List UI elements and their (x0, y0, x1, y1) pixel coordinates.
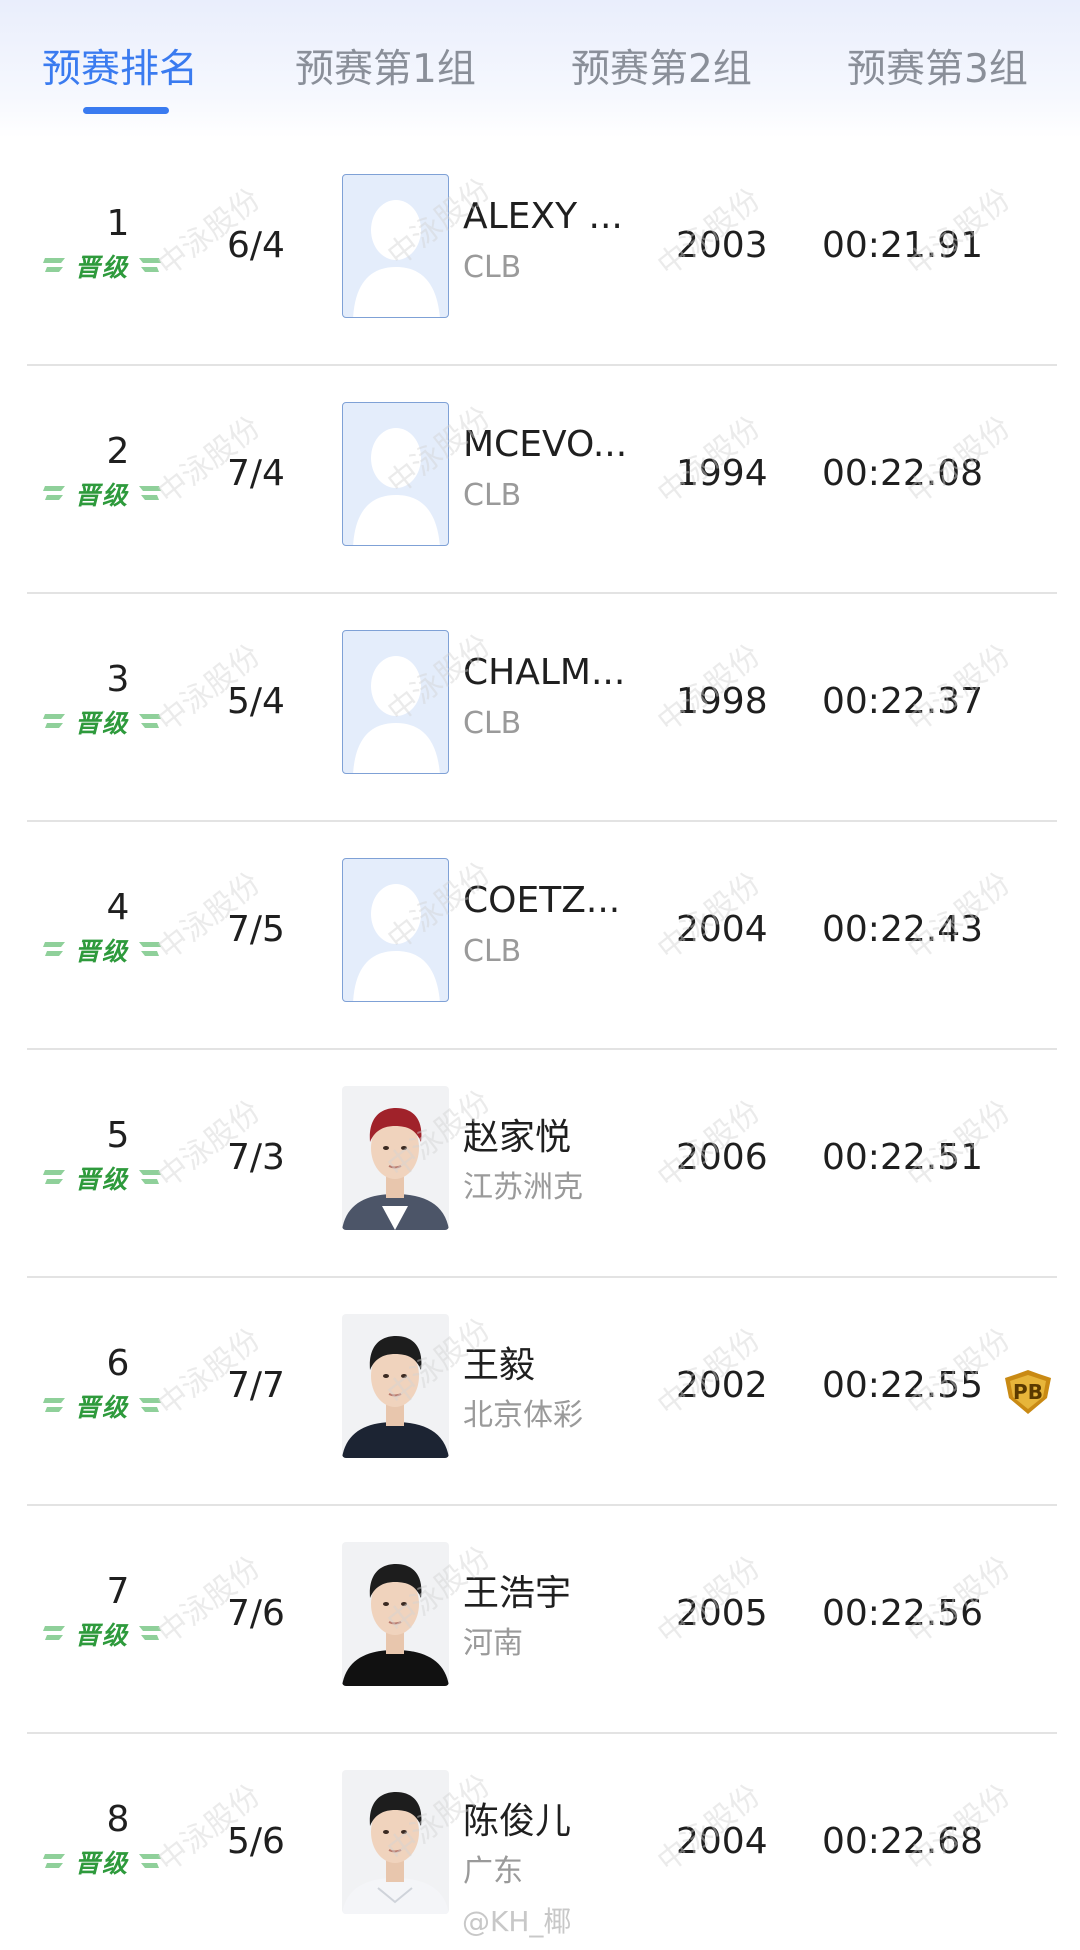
birth-year: 2003 (676, 225, 768, 266)
athlete-team: CLB (463, 250, 522, 285)
active-tab-indicator (83, 107, 169, 114)
athlete-name[interactable]: COETZ... (463, 880, 638, 921)
athlete-team: 河南 (463, 1626, 523, 1661)
avatar-silhouette-icon (353, 428, 440, 545)
athlete-avatar[interactable] (342, 402, 449, 546)
qualified-badge: 晋级 (43, 1618, 161, 1650)
rank-number: 5 (106, 1115, 130, 1156)
qualified-badge-label: 晋级 (74, 1393, 129, 1422)
result-row[interactable]: 1 晋级 6/4 ALEXY ... CLB 2003 00:21.91 中泳股份 中泳股份 中泳… (27, 138, 1057, 366)
birth-year: 2004 (676, 909, 768, 950)
tab-prelim-ranking[interactable]: 预赛排名 (42, 38, 198, 94)
heat-lane: 7/3 (227, 1137, 285, 1178)
athlete-avatar[interactable] (342, 630, 449, 774)
tab-bar: 预赛排名 预赛第1组 预赛第2组 预赛第3组 (0, 0, 1080, 138)
results-page: 预赛排名 预赛第1组 预赛第2组 预赛第3组 1 晋级 6/4 ALEXY ... CL… (0, 0, 1080, 1950)
athlete-avatar[interactable] (342, 1086, 449, 1230)
tab-heat-3[interactable]: 预赛第3组 (847, 38, 1028, 94)
avatar-silhouette-icon (353, 884, 440, 1001)
athlete-team: CLB (463, 934, 522, 969)
athlete-avatar[interactable] (342, 1542, 449, 1686)
avatar-silhouette-icon (353, 200, 440, 317)
tab-heat-2[interactable]: 预赛第2组 (571, 38, 752, 94)
result-time: 00:22.56 (822, 1593, 983, 1634)
athlete-name[interactable]: 王毅 (463, 1336, 638, 1388)
heat-lane: 6/4 (227, 225, 285, 266)
result-row[interactable]: 2 晋级 7/4 MCEVO... CLB 1994 00:22.08 中泳股份 中泳股份 中泳股… (27, 366, 1057, 594)
athlete-name[interactable]: ALEXY ... (463, 196, 638, 237)
result-time: 00:22.08 (822, 453, 983, 494)
heat-lane: 7/6 (227, 1593, 285, 1634)
result-row[interactable]: 5 晋级 7/3 赵家悦 江苏洲克 2006 00:22.51 中泳股份 中泳股份 中泳股份 中泳股… (27, 1050, 1057, 1278)
heat-lane: 7/5 (227, 909, 285, 950)
result-row[interactable]: 7 晋级 7/6 王浩宇 河南 2005 00:22.56 中泳股份 中泳股份 中泳股份 中泳股份 (27, 1506, 1057, 1734)
heat-lane: 5/6 (227, 1821, 285, 1862)
birth-year: 2002 (676, 1365, 768, 1406)
athlete-team: CLB (463, 706, 522, 741)
heat-lane: 5/4 (227, 681, 285, 722)
personal-best-icon: PB (1001, 1370, 1055, 1416)
athlete-avatar[interactable] (342, 1314, 449, 1458)
athlete-avatar[interactable] (342, 1770, 449, 1914)
rank-number: 2 (106, 431, 130, 472)
athlete-avatar[interactable] (342, 858, 449, 1002)
qualified-badge: 晋级 (43, 934, 161, 966)
athlete-team: CLB (463, 478, 522, 513)
qualified-badge-label: 晋级 (74, 937, 129, 966)
qualified-badge: 晋级 (43, 250, 161, 282)
athlete-name[interactable]: 王浩宇 (463, 1564, 638, 1616)
heat-lane: 7/7 (227, 1365, 285, 1406)
birth-year: 2004 (676, 1821, 768, 1862)
results-list: 1 晋级 6/4 ALEXY ... CLB 2003 00:21.91 中泳股份 中泳股份 中泳… (0, 138, 1080, 1950)
personal-best-label: PB (1013, 1380, 1043, 1404)
result-time: 00:22.55 (822, 1365, 983, 1406)
qualified-badge-label: 晋级 (74, 1621, 129, 1650)
athlete-team: 广东 (463, 1854, 523, 1889)
result-time: 00:22.43 (822, 909, 983, 950)
athlete-name[interactable]: MCEVO... (463, 424, 638, 465)
athlete-team: 江苏洲克 (463, 1170, 583, 1205)
result-time: 00:22.68 (822, 1821, 983, 1862)
result-time: 00:22.51 (822, 1137, 983, 1178)
result-row[interactable]: 4 晋级 7/5 COETZ... CLB 2004 00:22.43 中泳股份 中泳股份 中泳股… (27, 822, 1057, 1050)
qualified-badge-label: 晋级 (74, 253, 129, 282)
birth-year: 2006 (676, 1137, 768, 1178)
qualified-badge-label: 晋级 (74, 481, 129, 510)
rank-number: 8 (106, 1799, 130, 1840)
athlete-team: 北京体彩 (463, 1398, 583, 1433)
qualified-badge-label: 晋级 (74, 1165, 129, 1194)
footer-watermark: @KH_椰 (462, 1905, 572, 1938)
qualified-badge: 晋级 (43, 1846, 161, 1878)
athlete-name[interactable]: CHALM... (463, 652, 638, 693)
qualified-badge: 晋级 (43, 1162, 161, 1194)
result-row[interactable]: 3 晋级 5/4 CHALM... CLB 1998 00:22.37 中泳股份 中泳股份 中泳股… (27, 594, 1057, 822)
athlete-name[interactable]: 陈俊儿 (463, 1792, 638, 1844)
rank-number: 3 (106, 659, 130, 700)
result-time: 00:22.37 (822, 681, 983, 722)
athlete-avatar[interactable] (342, 174, 449, 318)
qualified-badge: 晋级 (43, 478, 161, 510)
avatar-silhouette-icon (353, 656, 440, 773)
birth-year: 2005 (676, 1593, 768, 1634)
birth-year: 1998 (676, 681, 768, 722)
qualified-badge: 晋级 (43, 706, 161, 738)
tab-heat-1[interactable]: 预赛第1组 (295, 38, 476, 94)
rank-number: 1 (106, 203, 130, 244)
qualified-badge-label: 晋级 (74, 709, 129, 738)
birth-year: 1994 (676, 453, 768, 494)
qualified-badge-label: 晋级 (74, 1849, 129, 1878)
heat-lane: 7/4 (227, 453, 285, 494)
result-time: 00:21.91 (822, 225, 983, 266)
rank-number: 4 (106, 887, 130, 928)
rank-number: 7 (106, 1571, 130, 1612)
qualified-badge: 晋级 (43, 1390, 161, 1422)
athlete-name[interactable]: 赵家悦 (463, 1108, 638, 1160)
result-row[interactable]: 6 晋级 7/7 王毅 北京体彩 2002 00:22.55 中泳股份 中泳股份 中泳股份 中泳股份… (27, 1278, 1057, 1506)
rank-number: 6 (106, 1343, 130, 1384)
